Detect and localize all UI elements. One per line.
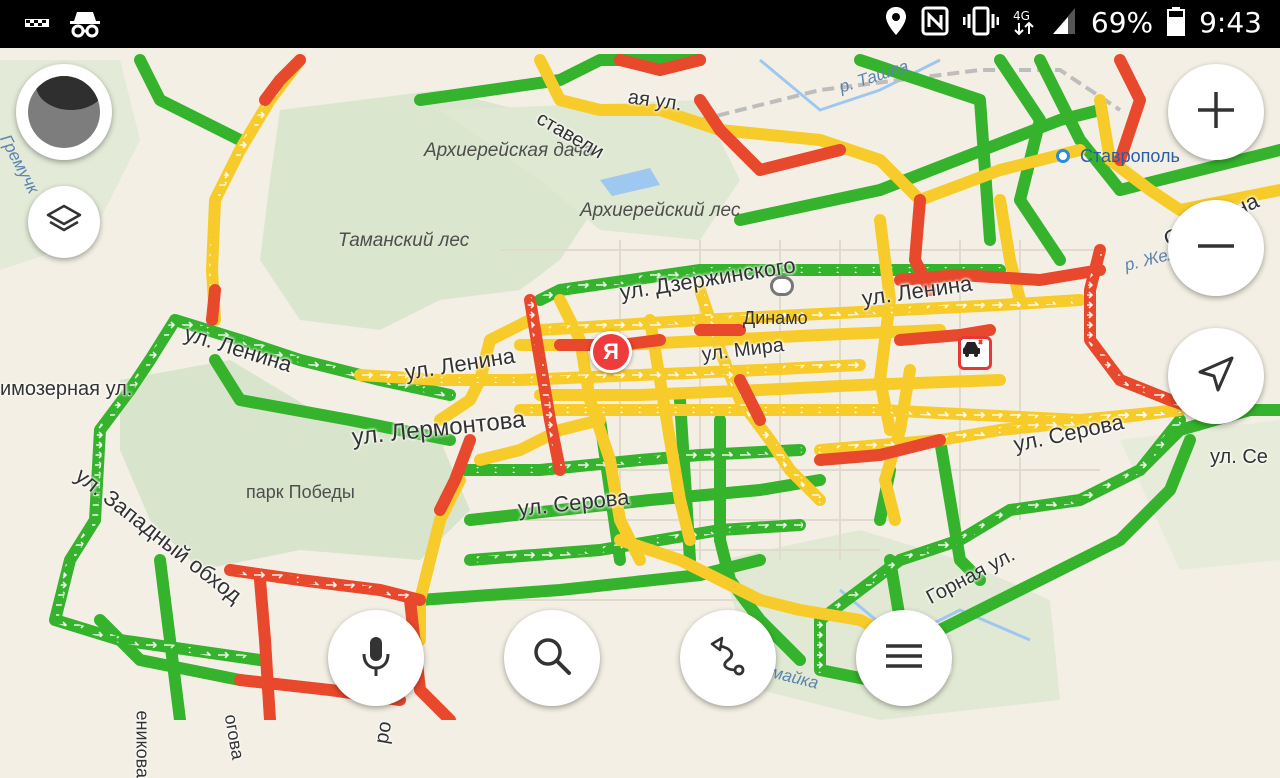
profile-button[interactable] [16, 64, 112, 160]
locate-button[interactable] [1168, 328, 1264, 424]
zoom-out-button[interactable] [1168, 200, 1264, 296]
vibrate-icon [962, 6, 1000, 40]
clock: 9:43 [1199, 6, 1262, 39]
navigation-arrow-icon [1194, 352, 1238, 400]
svg-text:4G: 4G [1013, 9, 1030, 23]
area-label-dinamo: Динамо [743, 308, 808, 328]
avatar [28, 76, 100, 148]
route-icon [706, 634, 750, 682]
city-marker[interactable] [1056, 149, 1070, 163]
signal-icon [1051, 6, 1077, 40]
battery-icon [1167, 6, 1186, 40]
minus-icon [1194, 224, 1238, 272]
zoom-in-button[interactable] [1168, 64, 1264, 160]
microphone-icon [356, 634, 396, 682]
poi-icon[interactable] [770, 276, 794, 296]
street-vertical-left: еникова [132, 710, 153, 778]
status-bar: 4G 69% 9:43 [0, 0, 1280, 48]
voice-button[interactable] [328, 610, 424, 706]
menu-button[interactable] [856, 610, 952, 706]
layers-button[interactable] [28, 186, 100, 258]
map-view[interactable]: Архиерейская дача Архиерейский лес Таман… [0, 48, 1280, 778]
plus-icon [1194, 88, 1238, 136]
street-se-edge: ул. Се [1210, 446, 1268, 468]
street-bottom-edge: ро [370, 719, 397, 746]
taxi-icon [24, 10, 50, 40]
city-label[interactable]: Ставрополь [1080, 146, 1180, 167]
accident-icon[interactable] [958, 336, 992, 370]
user-location-marker[interactable]: Я [590, 331, 632, 373]
nfc-icon [921, 6, 949, 40]
layers-icon [44, 200, 84, 244]
location-icon [885, 6, 907, 40]
battery-percent: 69% [1090, 6, 1154, 39]
search-icon [531, 635, 573, 681]
menu-icon [884, 641, 924, 675]
area-label-park-pobedy: парк Победы [246, 482, 355, 502]
incognito-icon [68, 8, 102, 42]
area-label-arkh-les: Архиерейский лес [580, 200, 741, 221]
area-label-taman-les: Таманский лес [338, 230, 470, 251]
street-ozernaya: имозерная ул. [0, 378, 133, 400]
data-4g-icon: 4G [1013, 6, 1037, 40]
search-button[interactable] [504, 610, 600, 706]
routes-button[interactable] [680, 610, 776, 706]
